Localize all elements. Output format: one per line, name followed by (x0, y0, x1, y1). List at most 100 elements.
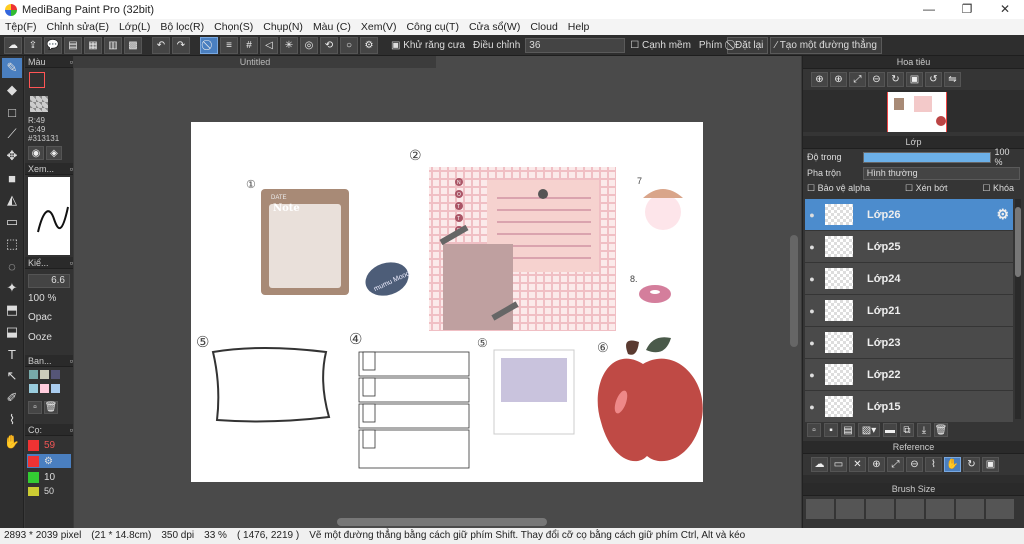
reference-zoom-out-icon[interactable]: ⊖ (906, 457, 923, 472)
radial-snap-icon[interactable]: ✳ (280, 36, 298, 54)
palette-swatch[interactable] (29, 370, 38, 379)
divide-tool-icon[interactable]: ✐ (2, 388, 22, 408)
snap-settings-icon[interactable]: ⚙ (360, 36, 378, 54)
layer-item[interactable]: ● Lớp21 (805, 295, 1013, 326)
brush-size-input[interactable]: 6.6 (28, 274, 70, 288)
menu-layer[interactable]: Lớp(L) (114, 21, 155, 33)
palette-swatch[interactable] (29, 384, 38, 393)
brush-item[interactable]: 59 (27, 438, 71, 452)
reset-button[interactable]: ⃠ Đặt lại (727, 36, 769, 54)
brush-tool-icon[interactable]: ✎ (2, 58, 22, 78)
visibility-icon[interactable]: ● (805, 306, 819, 316)
hand-tool-icon[interactable]: ✋ (2, 432, 22, 452)
zoom-out-icon[interactable]: ⊖ (868, 72, 885, 87)
brush-settings-icon[interactable]: ⚙ (44, 456, 53, 467)
reference-hand-icon[interactable]: ✋ (944, 457, 961, 472)
visibility-icon[interactable]: ● (805, 274, 819, 284)
brush-size-preset[interactable] (986, 499, 1014, 519)
menu-tools[interactable]: Công cụ(T) (401, 21, 464, 33)
brush-size-preset[interactable] (896, 499, 924, 519)
palette-swatch[interactable] (40, 384, 49, 393)
message-icon[interactable]: ▤ (64, 36, 82, 54)
minimize-icon[interactable]: — (910, 0, 948, 19)
brush-size-preset[interactable] (926, 499, 954, 519)
zoom-in-alt-icon[interactable]: ⊕ (830, 72, 847, 87)
visibility-icon[interactable]: ● (805, 338, 819, 348)
horizontal-scrollbar[interactable] (337, 518, 547, 526)
protect-alpha-checkbox[interactable]: ☐ Bảo vệ alpha (807, 183, 870, 197)
flip-icon[interactable]: ⇋ (944, 72, 961, 87)
cloud-icon[interactable]: ☁ (4, 36, 22, 54)
grid-icon[interactable]: ▩ (124, 36, 142, 54)
share-icon[interactable]: ⇪ (24, 36, 42, 54)
visibility-icon[interactable]: ● (805, 242, 819, 252)
reference-open-icon[interactable]: ▭ (830, 457, 847, 472)
undo-icon[interactable]: ↶ (152, 36, 170, 54)
fit-icon[interactable]: ⤢ (849, 72, 866, 87)
layer-item[interactable]: ● Lớp26 ⚙ (805, 199, 1013, 230)
rotate-icon[interactable]: ↻ (887, 72, 904, 87)
reset-rotate-icon[interactable]: ↺ (925, 72, 942, 87)
layer-settings-icon[interactable]: ⚙ (996, 206, 1009, 223)
document-icon[interactable]: ▥ (104, 36, 122, 54)
vertical-scrollbar[interactable] (790, 235, 798, 347)
menu-window[interactable]: Cửa sổ(W) (464, 21, 525, 33)
visibility-icon[interactable]: ● (805, 370, 819, 380)
new-8bit-layer-icon[interactable]: ▤ (841, 423, 855, 437)
brush-item[interactable]: 10 (27, 470, 71, 484)
layer-item[interactable]: ● Lớp15 (805, 391, 1013, 422)
brush-item-active[interactable]: ⚙ (27, 454, 71, 468)
dot-tool-icon[interactable]: □ (2, 102, 22, 122)
brush-size-preset[interactable] (806, 499, 834, 519)
select-tool-icon[interactable]: ⬚ (2, 234, 22, 254)
zoom-in-icon[interactable]: ⊕ (811, 72, 828, 87)
curve-snap-icon[interactable]: ⟲ (320, 36, 338, 54)
new-layer-icon[interactable]: ▫ (807, 423, 821, 437)
clip-checkbox[interactable]: ☐ Xén bớt (905, 183, 948, 197)
merge-layer-icon[interactable]: ⤓ (917, 423, 931, 437)
palette-swatch[interactable] (40, 370, 49, 379)
comment-icon[interactable]: 💬 (44, 36, 62, 54)
brush-size-preset[interactable] (956, 499, 984, 519)
reference-cloud-icon[interactable]: ☁ (811, 457, 828, 472)
menu-snap[interactable]: Chụp(N) (258, 21, 308, 33)
layer-item[interactable]: ● Lớp23 (805, 327, 1013, 358)
brush-size-preset[interactable] (836, 499, 864, 519)
close-icon[interactable]: ✕ (986, 0, 1024, 19)
visibility-icon[interactable]: ● (805, 402, 819, 412)
move-tool-icon[interactable]: ✥ (2, 146, 22, 166)
lock-checkbox[interactable]: ☐ Khóa (982, 183, 1014, 197)
antialias-checkbox[interactable]: ▣ Khử răng cưa (388, 40, 468, 51)
shape-tool-icon[interactable]: ⟋ (2, 124, 22, 144)
menu-cloud[interactable]: Cloud (525, 21, 562, 33)
navigator-preview[interactable] (803, 90, 1024, 132)
restore-icon[interactable]: ❐ (948, 0, 986, 19)
redo-icon[interactable]: ↷ (172, 36, 190, 54)
parallel-snap-icon[interactable]: ≡ (220, 36, 238, 54)
fill-tool-icon[interactable]: ■ (2, 168, 22, 188)
menu-color[interactable]: Màu (C) (308, 21, 356, 33)
line-button[interactable]: ∕ Tạo một đường thẳng (770, 36, 882, 54)
layer-item[interactable]: ● Lớp24 (805, 263, 1013, 294)
color-wheel-icon[interactable]: ◉ (28, 146, 44, 160)
lasso-tool-icon[interactable]: ◌ (2, 256, 22, 276)
layer-scrollbar[interactable] (1015, 199, 1021, 419)
palette-delete-icon[interactable]: 🗑 (44, 401, 58, 414)
operation-tool-icon[interactable]: ↖ (2, 366, 22, 386)
menu-help[interactable]: Help (563, 21, 595, 33)
page-icon[interactable]: ▦ (84, 36, 102, 54)
layer-item[interactable]: ● Lớp22 (805, 359, 1013, 390)
reference-actual-size-icon[interactable]: ▣ (982, 457, 999, 472)
reference-fit-icon[interactable]: ⤢ (887, 457, 904, 472)
document-tab[interactable]: Untitled (74, 56, 436, 68)
visibility-icon[interactable]: ● (805, 210, 819, 220)
brush-size-preset[interactable] (866, 499, 894, 519)
layer-item[interactable]: ● Lớp25 (805, 231, 1013, 262)
blend-mode-select[interactable]: Hình thường (862, 166, 1020, 180)
canvas-paper[interactable]: ① DATE Note mumu Mood ② N O T T E (191, 122, 703, 482)
reference-rotate-icon[interactable]: ↻ (963, 457, 980, 472)
eraser-tool-icon[interactable]: ◆ (2, 80, 22, 100)
eyedropper-tool-icon[interactable]: ⌇ (2, 410, 22, 430)
grid-snap-icon[interactable]: # (240, 36, 258, 54)
ellipse-snap-icon[interactable]: ○ (340, 36, 358, 54)
